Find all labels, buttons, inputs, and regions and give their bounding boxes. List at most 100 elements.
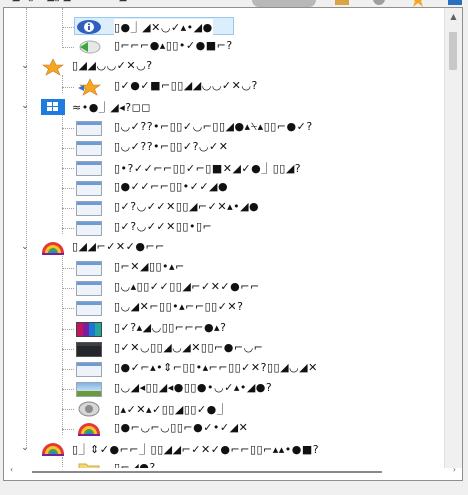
toolbar-package-icon[interactable] (333, 0, 351, 7)
window-thumb-icon (76, 299, 102, 317)
window-thumb-icon (76, 259, 102, 277)
expand-chevron-icon[interactable]: ⌄ (18, 59, 32, 73)
tree-node-group[interactable]: ⌄ ▯◢◢⌐✓✕✓●⌐⌐ (4, 238, 444, 258)
expand-chevron-icon[interactable]: ⌄ (18, 240, 32, 254)
horizontal-scroll-thumb[interactable] (32, 471, 382, 473)
vertical-scroll-thumb[interactable] (449, 32, 457, 70)
tree-node-label: ▯⌐✕◢▯▯•▴⌐ (114, 260, 185, 274)
tree-connector-line (62, 268, 74, 270)
info-icon (76, 18, 101, 36)
tree-node-label: ▯◡▴▯▯✓✓▯▯◢⌐✓✕✓●⌐⌐ (114, 280, 260, 294)
star-arrow-icon (76, 78, 101, 96)
tree-node[interactable]: ▯◡▴▯▯✓✓▯▯◢⌐✓✕✓●⌐⌐ (4, 278, 444, 298)
expand-chevron-icon[interactable]: ⌄ (18, 441, 32, 455)
tree-node[interactable]: ▯✓●✓■⌐▯▯◢◢◡◡✓✕◡? (4, 77, 444, 97)
toolbar-strip: ▫ ◢✕▯ ▫ ◢▯ ◢▫ ▫ ✕ ▫▫ ◢ ▫ ▫ (0, 0, 468, 7)
tree-view[interactable]: ▯●⏌◢✕◡✓▴•◢● ▯⌐⌐⌐●▴▯▯•✓●■⌐? ⌄ ▯◢◢◡◡✓✕◡? ▯✓●✓■… (3, 7, 463, 481)
tree-connector-line (62, 388, 74, 390)
tree-node-label: ▯◢◢⌐✓✕✓●⌐⌐ (72, 240, 165, 254)
tree-node-label: ▯◢◢◡◡✓✕◡? (72, 59, 153, 73)
tree-connector-line (62, 87, 74, 89)
tree-node-label: ▯⏌⇕✓●⌐⌐⏌▯▯◢◢⌐✓✕✓●⌐⌐▯▯⌐▴▴•●■? (72, 443, 320, 457)
vertical-scrollbar[interactable]: ▲ (444, 8, 462, 480)
tree-connector-line (62, 228, 74, 229)
window-thumb-icon (76, 279, 102, 297)
tree-node[interactable]: ▯●✓⌐▴•⇕⌐▯▯•▴⌐⌐▯▯✓✕?▯▯◢◡◢✕ (4, 359, 444, 379)
tree-node-label: ▯●✓⌐▴•⇕⌐▯▯•▴⌐⌐▯▯✓✕?▯▯◢◡◢✕ (114, 360, 318, 374)
tree-node-label: ▯✓●✓■⌐▯▯◢◢◡◡✓✕◡? (114, 79, 258, 93)
tree-node[interactable]: ▯✓?◡✓✓✕▯▯•▯⌐ (4, 218, 444, 238)
tree-node-label: ▯●⌐◡⌐◡▯▯⌐●✓•✓◢✕ (114, 421, 249, 434)
tree-node[interactable]: ▯◡◢✕⌐▯▯•▴⌐⌐▯▯✓✕? (4, 298, 444, 318)
tree-node-label: ▯✓✕◡▯▯◢◡◢✕▯▯⌐●⌐◡⌐ (114, 340, 264, 354)
tree-node[interactable]: ▯◡✓??•⌐▯▯✓?◡✓✕ (4, 138, 444, 158)
speaker-icon (76, 400, 100, 418)
tree-node[interactable]: ▯●⌐◡⌐◡▯▯⌐●✓•✓◢✕ (4, 419, 444, 439)
color-wheel-icon (40, 440, 64, 458)
toolbar-star-icon[interactable] (409, 0, 427, 7)
tree-node-group[interactable]: ⌄ ▯◢◢◡◡✓✕◡? (4, 57, 444, 77)
tree-connector-line (62, 127, 74, 129)
tree-node[interactable]: ▯•?✓✓⌐⌐▯▯✓⌐▯■✕◢✓●⏌▯▯◢? (4, 158, 444, 178)
tree-node[interactable]: ▯⌐⌐⌐●▴▯▯•✓●■⌐? (4, 37, 444, 57)
back-arrow-icon (76, 38, 101, 56)
tree-node[interactable]: ▯◡✓??•⌐▯▯✓◡⌐▯▯◢●▴⍀▴▯▯⌐●✓? (4, 118, 444, 138)
scroll-right-arrow-icon[interactable]: › (453, 465, 456, 474)
tree-node-label: ▯◡◢◂▯▯◢◂●▯▯●•◡✓▴•◢●? (114, 380, 273, 394)
tree-connector-line (62, 27, 74, 28)
tree-branch-line (62, 75, 63, 94)
tree-node[interactable]: ▯●⏌◢✕◡✓▴•◢● (4, 17, 444, 37)
toolbar-gear-icon[interactable] (370, 0, 388, 7)
tree-node-label: ▯✓?◡✓✓✕▯▯•▯⌐ (114, 220, 213, 233)
window-thumb-icon (76, 179, 102, 197)
windows-icon (40, 98, 65, 116)
window-thumb-icon (76, 219, 102, 237)
color-grid-icon (76, 320, 102, 338)
tree-node[interactable]: ▯◡◢◂▯▯◢◂●▯▯●•◡✓▴•◢●? (4, 379, 444, 399)
tree-node[interactable]: ▯⌐✕◢▯▯•▴⌐ (4, 258, 444, 278)
window-thumb-icon (76, 360, 102, 378)
tree-node[interactable]: ▯●✓✓⌐⌐▯▯•✓✓◢● (4, 178, 444, 198)
tree-node-label: ▯✓?◡✓✓✕▯▯◢⌐✓✕▴•◢● (114, 199, 260, 213)
toolbar-clipped-text: ▫ ◢✕▯ ▫ ◢▯ ◢▫ ▫ ✕ ▫▫ ◢ ▫ ▫ (2, 0, 147, 3)
window-thumb-icon (76, 159, 102, 177)
tree-connector-line (62, 368, 74, 370)
tree-node[interactable]: ▯✓?◡✓✓✕▯▯◢⌐✓✕▴•◢● (4, 198, 444, 218)
tree-node[interactable]: ▯✓?▴◢◡▯▯⌐⌐⌐●▴? (4, 319, 444, 339)
tree-connector-line (62, 207, 74, 209)
tree-node-label: ▯⌐⌐⌐●▴▯▯•✓●■⌐? (114, 39, 233, 53)
tree-connector-line (62, 328, 74, 330)
tree-node-label: ▯•?✓✓⌐⌐▯▯✓⌐▯■✕◢✓●⏌▯▯◢? (114, 161, 302, 175)
tree-node-label: ▯●✓✓⌐⌐▯▯•✓✓◢● (114, 179, 229, 193)
tree-connector-line (62, 308, 74, 310)
tree-node-group[interactable]: ⌄ ▯⏌⇕✓●⌐⌐⏌▯▯◢◢⌐✓✕✓●⌐⌐▯▯⌐▴▴•●■? (4, 439, 444, 459)
color-wheel-icon (40, 239, 64, 257)
tree-node-label: ▯◡◢✕⌐▯▯•▴⌐⌐▯▯✓✕? (114, 300, 244, 314)
dark-window-icon (76, 340, 102, 358)
tree-connector-line (62, 288, 74, 290)
toolbar-pill-button[interactable] (252, 0, 316, 7)
tree-branch-line (62, 256, 63, 435)
tree-connector-line (62, 167, 74, 169)
scroll-up-arrow-icon[interactable]: ▲ (445, 8, 462, 25)
tree-connector-line (62, 429, 74, 430)
tree-node-group[interactable]: ⌄ ≈•●⏌◢◂?◻◻ (4, 97, 444, 117)
tree-connector-line (62, 147, 74, 149)
tree-node-label: ▯◡✓??•⌐▯▯✓◡⌐▯▯◢●▴⍀▴▯▯⌐●✓? (114, 119, 313, 133)
star-icon (40, 58, 64, 76)
tree-node-label: ▯✓?▴◢◡▯▯⌐⌐⌐●▴? (114, 320, 227, 334)
tree-node[interactable]: ▯✓✕◡▯▯◢◡◢✕▯▯⌐●⌐◡⌐ (4, 339, 444, 359)
toolbar-app-icon[interactable] (446, 0, 464, 7)
expand-chevron-icon[interactable]: ⌄ (18, 99, 32, 113)
tree-node[interactable]: ▯▴✓✕▴✓▯▯◢▯▯✓●⏌ (4, 399, 444, 419)
scroll-left-arrow-icon[interactable]: ‹ (10, 465, 13, 474)
tree-connector-line (62, 408, 74, 410)
tree-node-label: ▯▴✓✕▴✓▯▯◢▯▯✓●⏌ (114, 402, 229, 416)
window-thumb-icon (76, 139, 102, 157)
horizontal-scrollbar[interactable]: ‹ › (4, 465, 462, 480)
window-thumb-icon (76, 199, 102, 217)
tree-node-label: ▯◡✓??•⌐▯▯✓?◡✓✕ (114, 139, 229, 153)
tree-connector-line (62, 187, 74, 189)
color-wheel-icon (76, 420, 100, 438)
tree-node-label: ≈•●⏌◢◂?◻◻ (72, 101, 151, 115)
